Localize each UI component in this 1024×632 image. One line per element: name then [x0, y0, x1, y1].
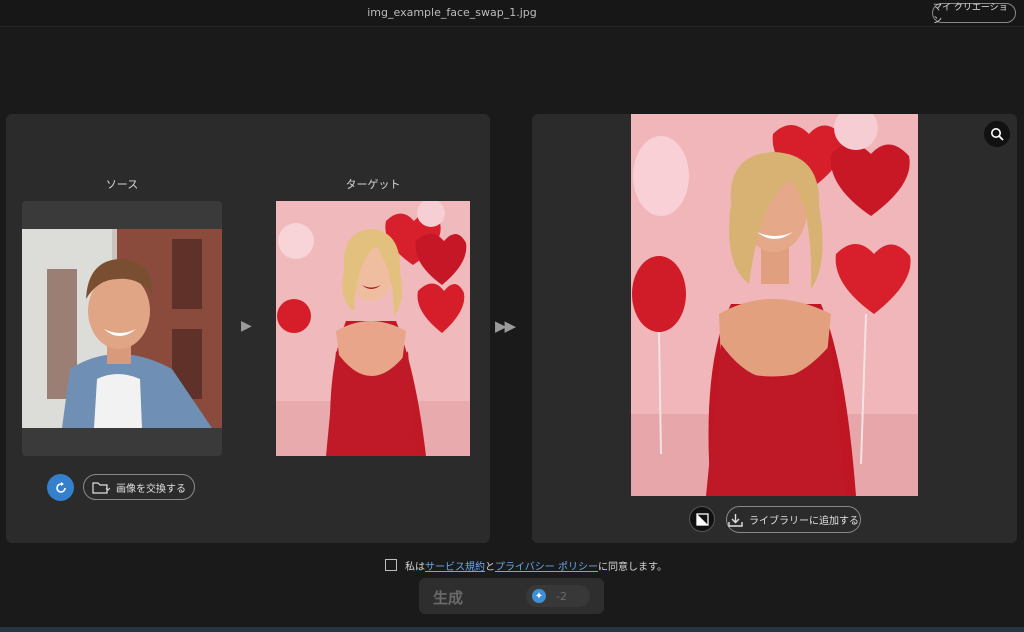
my-creation-button[interactable]: マイ クリエーション — [932, 3, 1016, 26]
window-title: img_example_face_swap_1.jpg — [367, 6, 537, 19]
refresh-icon — [55, 481, 66, 493]
add-to-library-button[interactable]: ライブラリーに追加する — [726, 506, 861, 533]
bottom-bar — [0, 627, 1024, 632]
agree-prefix: 私は — [405, 561, 425, 573]
download-icon — [728, 513, 743, 527]
terms-agreement: 私は サービス規約 と プライバシー ポリシー に同意します。 — [385, 557, 667, 573]
add-to-library-label: ライブラリーに追加する — [749, 516, 859, 527]
source-label: ソース — [105, 178, 139, 191]
arrow-right-icon: ▶ — [241, 318, 252, 334]
search-icon — [991, 128, 1004, 141]
result-image — [631, 114, 918, 496]
compare-icon — [695, 512, 709, 526]
zoom-button[interactable] — [984, 121, 1010, 147]
generate-label: 生成 — [433, 589, 464, 607]
credit-icon: ✦ — [532, 589, 546, 603]
credit-cost-badge: ✦ -2 — [526, 585, 590, 607]
swap-image-button[interactable]: 画像を交換する — [83, 474, 195, 500]
refresh-source-button[interactable] — [47, 474, 74, 501]
target-label: ターゲット — [345, 178, 401, 191]
swap-image-label: 画像を交換する — [116, 483, 186, 495]
folder-icon — [92, 481, 110, 494]
privacy-link[interactable]: プライバシー ポリシー — [495, 558, 598, 573]
double-arrow-right-icon: ▶▶ — [495, 317, 516, 335]
terms-checkbox[interactable] — [385, 559, 397, 571]
agree-conjunction: と — [485, 561, 495, 573]
credit-cost: -2 — [556, 589, 567, 603]
compare-button[interactable] — [689, 506, 715, 532]
target-image[interactable] — [276, 201, 470, 456]
source-image — [22, 229, 222, 428]
agree-suffix: に同意します。 — [597, 561, 667, 573]
terms-link[interactable]: サービス規約 — [425, 558, 485, 573]
